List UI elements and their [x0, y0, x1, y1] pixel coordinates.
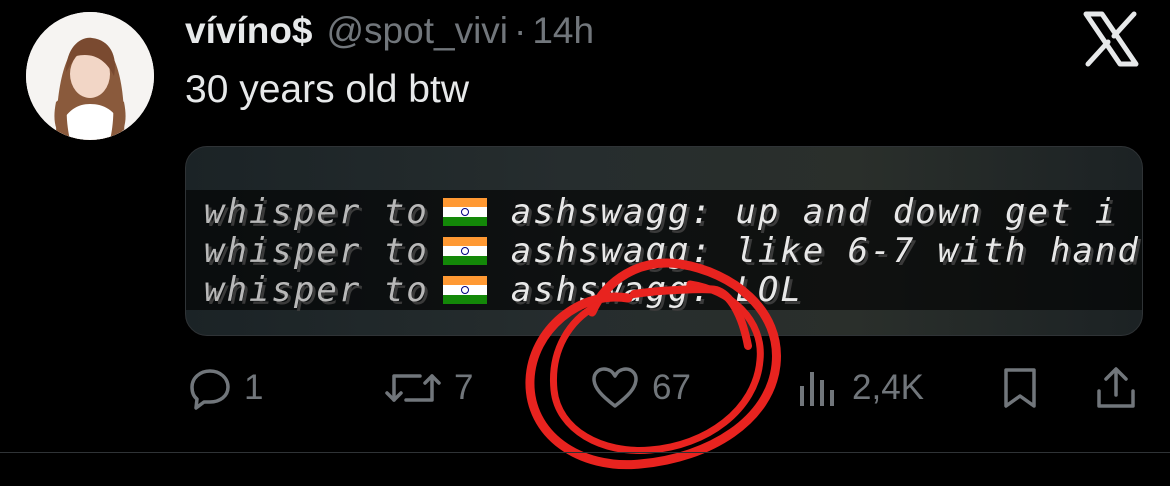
- x-logo-icon[interactable]: [1082, 10, 1140, 68]
- india-flag-icon: [442, 198, 487, 226]
- india-flag-icon: [442, 276, 487, 304]
- chat-prefix: whisper to: [204, 270, 429, 310]
- tweet-text: 30 years old btw: [185, 68, 469, 111]
- repost-icon: [385, 374, 441, 402]
- chat-username: ashswagg: [510, 270, 691, 310]
- reply-count: 1: [244, 368, 264, 407]
- tweet-media[interactable]: whisper to ashswagg : up and down get i …: [185, 146, 1143, 336]
- reply-button[interactable]: 1: [188, 360, 263, 416]
- views-count: 2,4K: [852, 368, 924, 407]
- avatar-image: [26, 12, 154, 140]
- heart-icon: [592, 367, 638, 408]
- timestamp[interactable]: 14h: [532, 10, 594, 52]
- like-button[interactable]: 67: [590, 360, 691, 416]
- chat-message: : LOL: [690, 270, 803, 310]
- chat-username: ashswagg: [510, 192, 691, 232]
- chat-message: : up and down get i: [690, 192, 1118, 232]
- india-flag-icon: [442, 237, 487, 265]
- chat-line: whisper to ashswagg : LOL: [204, 270, 803, 310]
- bookmark-button[interactable]: [1000, 360, 1040, 416]
- reply-icon: [190, 369, 230, 410]
- chat-username: ashswagg: [510, 231, 691, 271]
- separator-dot: ·: [514, 10, 527, 51]
- chat-line: whisper to ashswagg : up and down get i: [204, 192, 1117, 232]
- user-handle[interactable]: @spot_vivi: [327, 10, 509, 52]
- chat-prefix: whisper to: [204, 192, 429, 232]
- chat-line: whisper to ashswagg : like 6-7 with hand: [204, 231, 1140, 271]
- divider: [0, 452, 1170, 453]
- bookmark-icon: [1004, 368, 1036, 408]
- views-icon: [800, 372, 834, 406]
- chat-prefix: whisper to: [204, 231, 429, 271]
- repost-button[interactable]: 7: [384, 360, 473, 416]
- tweet-actions: 1 7 67 2,4K: [0, 360, 1170, 416]
- avatar[interactable]: [26, 12, 154, 140]
- like-count: 67: [652, 368, 691, 407]
- views-button[interactable]: 2,4K: [796, 360, 924, 416]
- tweet-header: vívíno$ @spot_vivi · 14h: [185, 10, 594, 54]
- share-icon: [1097, 367, 1135, 408]
- share-button[interactable]: [1094, 360, 1138, 416]
- chat-message: : like 6-7 with hand: [690, 231, 1140, 271]
- display-name[interactable]: vívíno$: [185, 10, 313, 52]
- repost-count: 7: [454, 368, 474, 407]
